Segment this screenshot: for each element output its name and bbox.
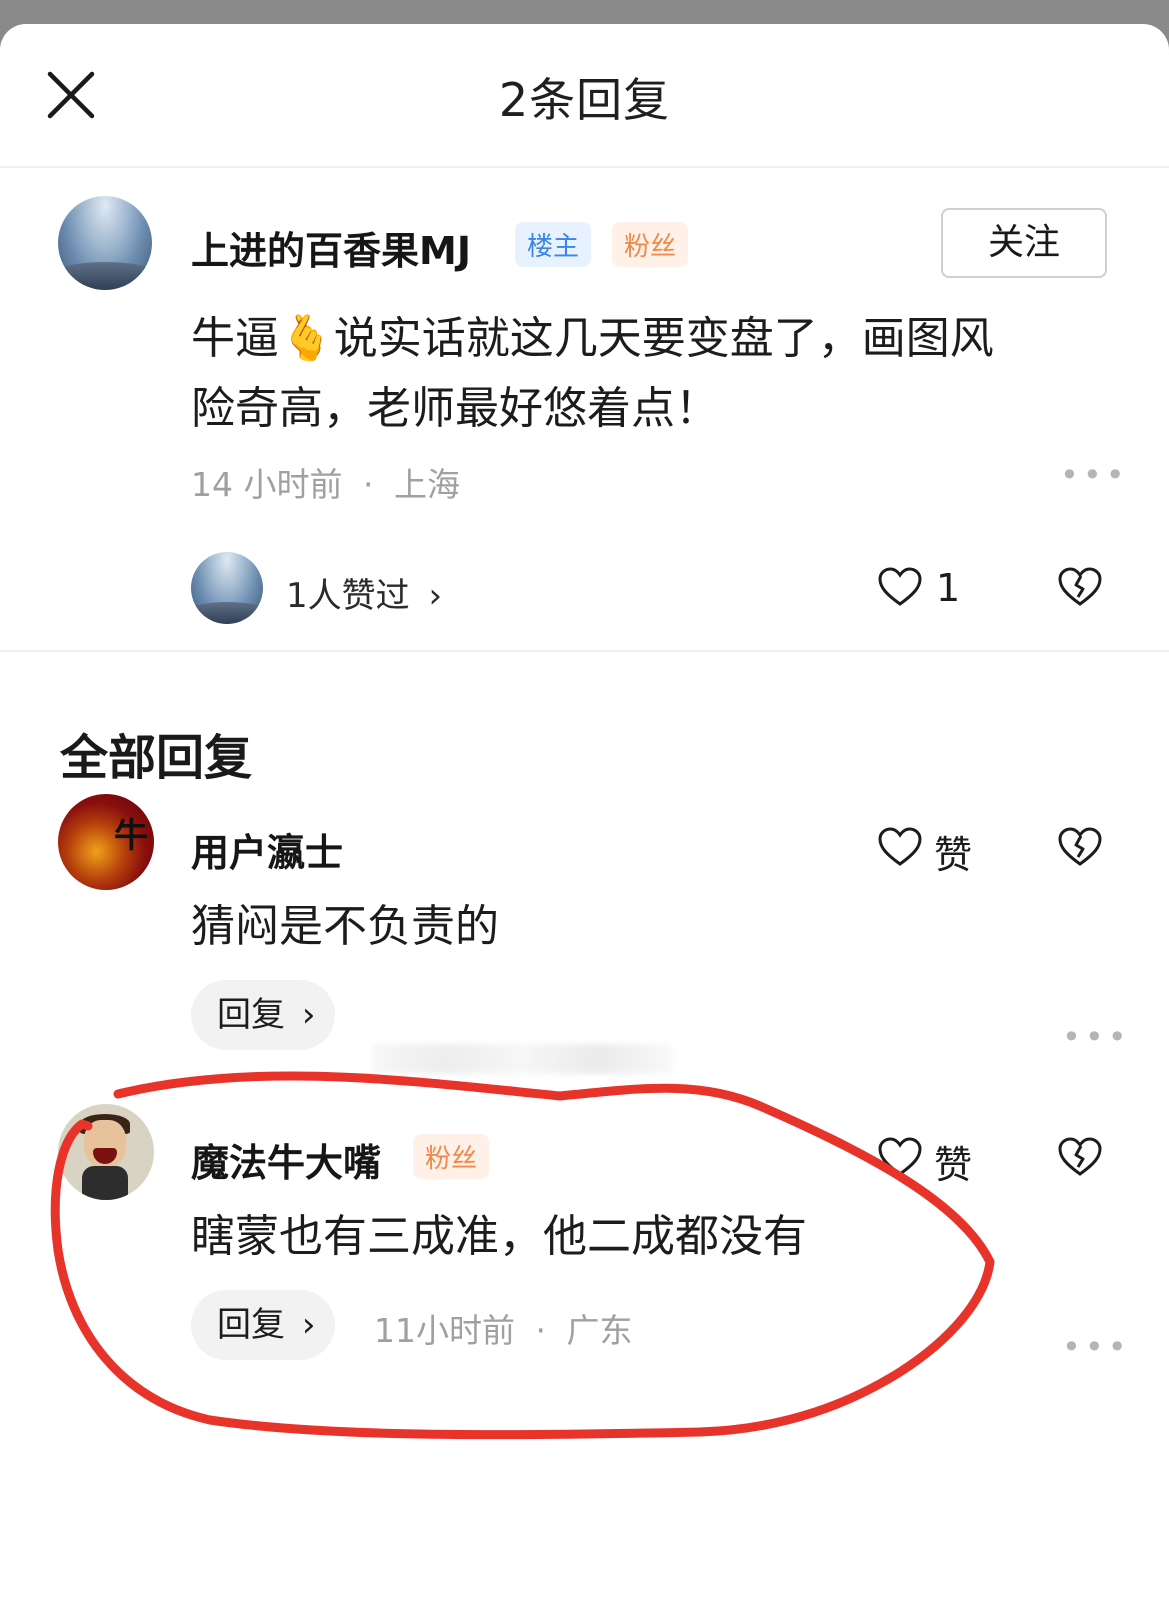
like-button[interactable] xyxy=(876,564,924,612)
meta-separator: · xyxy=(362,465,374,504)
reply-sheet: 2条回复 上进的百香果MJ 楼主 粉丝 关注 牛逼🫰说实话就这几天要变盘了，画图… xyxy=(0,24,1169,1621)
author-avatar[interactable] xyxy=(58,196,152,290)
reply-1-avatar[interactable]: 牛 xyxy=(58,794,154,890)
dislike-button[interactable] xyxy=(1056,564,1104,612)
liker-avatar xyxy=(191,552,263,624)
reply-2-avatar[interactable] xyxy=(58,1104,154,1200)
main-comment-meta: 14 小时前 · 上海 xyxy=(191,458,460,506)
reply-1-username[interactable]: 用户瀛士 xyxy=(191,822,343,877)
reply-1-like-button[interactable] xyxy=(876,824,924,872)
avatar-bull-glyph: 牛 xyxy=(114,816,148,856)
reply-2-reply-button[interactable]: 回复 › xyxy=(191,1290,335,1360)
reply-1-reply-button[interactable]: 回复 › xyxy=(191,980,335,1050)
main-comment-line1: 牛逼🫰说实话就这几天要变盘了，画图风 xyxy=(191,313,994,364)
more-options-icon[interactable]: ••• xyxy=(1062,1328,1131,1366)
chevron-right-icon: › xyxy=(428,576,443,616)
reply-1-text: 猜闷是不负责的 xyxy=(191,901,499,952)
main-comment-line2: 险奇高，老师最好悠着点！ xyxy=(191,383,719,434)
broken-heart-icon xyxy=(1058,1137,1102,1176)
reply-2-location: 广东 xyxy=(566,1311,633,1350)
like-count: 1 xyxy=(936,566,961,610)
likers-summary-label: 1人赞过 › xyxy=(286,576,443,616)
follow-button[interactable]: 关注 xyxy=(941,208,1107,278)
reply-2-like-label: 赞 xyxy=(934,1143,973,1187)
more-options-icon[interactable]: ••• xyxy=(1060,456,1129,494)
author-username[interactable]: 上进的百香果MJ xyxy=(191,220,471,275)
main-comment-time: 14 小时前 xyxy=(191,465,343,504)
host-badge: 楼主 xyxy=(515,222,592,267)
heart-icon xyxy=(878,827,922,866)
reply-2-meta: 11小时前 · 广东 xyxy=(374,1304,633,1352)
reply-1-dislike-button[interactable] xyxy=(1056,824,1104,872)
chevron-right-icon: › xyxy=(301,995,316,1035)
reply-2-username[interactable]: 魔法牛大嘴 xyxy=(191,1132,381,1187)
fan-badge: 粉丝 xyxy=(413,1134,490,1179)
all-replies-title: 全部回复 xyxy=(60,730,253,786)
heart-icon xyxy=(878,567,922,606)
reply-2-text: 瞎蒙也有三成准，他二成都没有 xyxy=(191,1211,807,1262)
reply-1-like-label: 赞 xyxy=(934,833,973,877)
broken-heart-icon xyxy=(1058,567,1102,606)
sheet-header: 2条回复 xyxy=(0,24,1169,168)
blurred-meta xyxy=(372,1044,672,1074)
reply-2-dislike-button[interactable] xyxy=(1056,1134,1104,1182)
broken-heart-icon xyxy=(1058,827,1102,866)
more-options-icon[interactable]: ••• xyxy=(1062,1018,1131,1056)
heart-icon xyxy=(878,1137,922,1176)
reply-2-like-button[interactable] xyxy=(876,1134,924,1182)
reply-2-time: 11小时前 xyxy=(374,1311,515,1350)
meta-separator: · xyxy=(535,1311,547,1350)
fan-badge: 粉丝 xyxy=(612,222,689,267)
chevron-right-icon: › xyxy=(301,1305,316,1345)
main-comment-location: 上海 xyxy=(393,465,460,504)
section-divider xyxy=(0,650,1169,652)
page-title: 2条回复 xyxy=(498,73,671,127)
